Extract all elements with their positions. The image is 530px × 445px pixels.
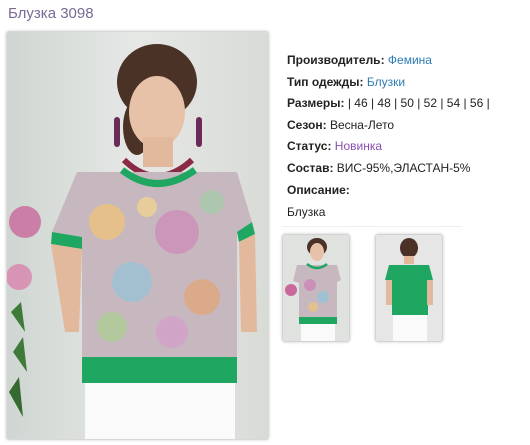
thumbnail-back[interactable] bbox=[375, 234, 443, 342]
sizes-label: Размеры: bbox=[287, 96, 345, 111]
product-title: Блузка 3098 bbox=[8, 5, 94, 22]
composition-label: Состав: bbox=[287, 160, 334, 175]
thumbnail-front-image bbox=[283, 235, 349, 341]
clothing-type-row: Тип одежды: Блузки bbox=[287, 72, 530, 94]
description-row: Описание: bbox=[287, 180, 530, 202]
status-row: Статус: Новинка bbox=[287, 136, 530, 158]
season-value: Весна-Лето bbox=[329, 117, 395, 132]
manufacturer-label: Производитель: bbox=[287, 53, 385, 67]
manufacturer-row: Производитель: Фемина bbox=[287, 50, 530, 72]
divider bbox=[282, 226, 462, 227]
clothing-type-link[interactable]: Блузки bbox=[367, 75, 405, 89]
sizes-value: | 46 | 48 | 50 | 52 | 54 | 56 | bbox=[347, 96, 490, 111]
main-product-photo[interactable] bbox=[6, 31, 269, 440]
manufacturer-link[interactable]: Фемина bbox=[388, 53, 432, 67]
composition-value: ВИС-95%,ЭЛАСТАН-5% bbox=[336, 160, 471, 175]
sizes-row: Размеры: | 46 | 48 | 50 | 52 | 54 | 56 | bbox=[287, 93, 530, 115]
description-label: Описание: bbox=[287, 182, 350, 197]
model-photo-illustration bbox=[7, 32, 268, 439]
thumbnail-front[interactable] bbox=[282, 234, 350, 342]
thumbnail-back-image bbox=[376, 235, 442, 341]
season-row: Сезон: Весна-Лето bbox=[287, 115, 530, 137]
clothing-type-label: Тип одежды: bbox=[287, 74, 364, 89]
status-link[interactable]: Новинка bbox=[335, 139, 382, 153]
description-text: Блузка bbox=[287, 205, 326, 220]
product-properties: Производитель: Фемина Тип одежды: Блузки… bbox=[287, 50, 530, 224]
status-label: Статус: bbox=[287, 139, 332, 154]
season-label: Сезон: bbox=[287, 117, 327, 132]
composition-row: Состав: ВИС-95%,ЭЛАСТАН-5% bbox=[287, 158, 530, 180]
